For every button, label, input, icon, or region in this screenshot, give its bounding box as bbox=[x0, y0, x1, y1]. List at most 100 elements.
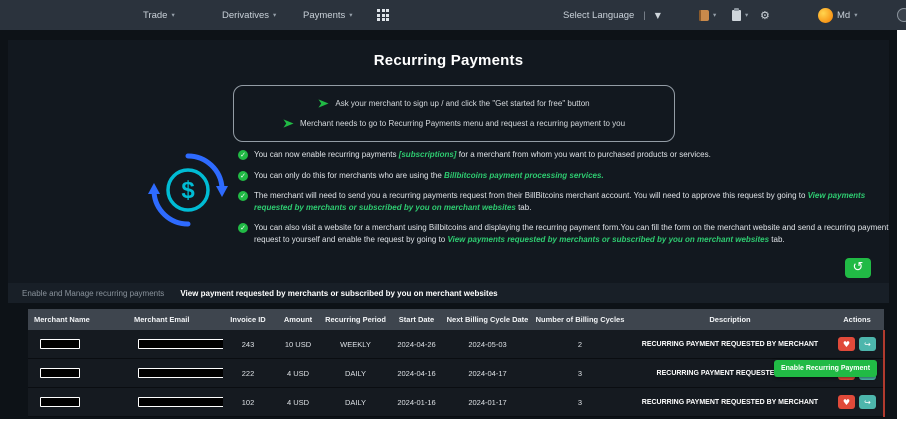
settings-button[interactable]: ⚙ bbox=[760, 0, 770, 30]
nav-menu-derivatives[interactable]: Derivatives ▾ bbox=[222, 0, 276, 30]
cell-start-date: 2024-01-16 bbox=[397, 397, 436, 407]
user-menu[interactable]: Md ▾ bbox=[818, 0, 857, 30]
check-icon: ✓ bbox=[238, 170, 248, 181]
tab-bar: Enable and Manage recurring payments Vie… bbox=[8, 283, 889, 303]
table-row: 222 4 USD DAILY 2024-04-16 2024-04-17 3 … bbox=[28, 359, 884, 388]
cell-amount: 4 USD bbox=[286, 397, 310, 407]
check-icon: ✓ bbox=[238, 191, 248, 202]
bullet-text: You can now enable recurring payments [s… bbox=[254, 150, 711, 159]
redacted-merchant-email bbox=[138, 368, 223, 378]
header-description: Description bbox=[709, 315, 751, 324]
nav-menu-payments[interactable]: Payments ▾ bbox=[303, 0, 353, 30]
bullet-item: ✓ The merchant will need to send you a r… bbox=[238, 190, 890, 213]
bullet-text: You can also visit a website for a merch… bbox=[254, 223, 889, 244]
cell-invoice-id: 243 bbox=[241, 339, 255, 349]
nav-menu-trade-label: Trade bbox=[143, 9, 168, 21]
header-merchant-email: Merchant Email bbox=[134, 315, 190, 324]
cell-description: RECURRING PAYMENT REQUESTED BY MERCHANT bbox=[641, 340, 819, 348]
recurring-payments-table: Merchant Name Merchant Email Invoice ID … bbox=[28, 309, 885, 417]
reports-menu[interactable]: ▾ bbox=[732, 0, 748, 30]
bullet-text: You can only do this for merchants who a… bbox=[254, 170, 604, 180]
cell-start-date: 2024-04-16 bbox=[397, 368, 436, 378]
recurring-dollar-icon: $ bbox=[146, 148, 230, 237]
table-header-row: Merchant Name Merchant Email Invoice ID … bbox=[28, 309, 884, 330]
circle-icon bbox=[897, 8, 906, 22]
header-actions: Actions bbox=[843, 315, 871, 324]
chevron-down-icon: ▾ bbox=[745, 11, 749, 19]
enable-recurring-button[interactable]: ↪ bbox=[859, 395, 876, 409]
cell-start-date: 2024-04-26 bbox=[397, 339, 436, 349]
book-icon bbox=[699, 9, 709, 21]
favorite-button[interactable]: ♥ bbox=[838, 395, 855, 409]
language-label: Select Language bbox=[563, 9, 635, 21]
cell-num-cycles: 3 bbox=[577, 397, 583, 407]
instruction-text: Merchant needs to go to Recurring Paymen… bbox=[299, 118, 626, 128]
chevron-down-icon: ▾ bbox=[273, 11, 277, 19]
bullet-item: ✓ You can now enable recurring payments … bbox=[238, 149, 890, 161]
cell-num-cycles: 3 bbox=[577, 368, 583, 378]
redacted-merchant-email bbox=[138, 397, 223, 407]
enable-recurring-tooltip: Enable Recurring Payment bbox=[774, 360, 877, 377]
nav-menu-derivatives-label: Derivatives bbox=[222, 9, 269, 21]
feature-bullets: ✓ You can now enable recurring payments … bbox=[238, 149, 890, 255]
enable-recurring-button[interactable]: ↪ bbox=[859, 337, 876, 351]
history-refresh-button[interactable]: ↺ bbox=[845, 258, 871, 278]
cell-next-billing: 2024-04-17 bbox=[468, 368, 507, 378]
cell-num-cycles: 2 bbox=[577, 339, 583, 349]
apps-grid-icon[interactable] bbox=[377, 0, 389, 30]
tab-enable-manage[interactable]: Enable and Manage recurring payments bbox=[22, 289, 164, 298]
language-selector[interactable]: Select Language | ▼ bbox=[563, 0, 661, 30]
cell-next-billing: 2024-01-17 bbox=[468, 397, 507, 407]
redacted-merchant-name bbox=[40, 339, 80, 349]
chevron-down-icon: ▾ bbox=[713, 11, 717, 19]
cell-recurring-period: WEEKLY bbox=[340, 339, 371, 349]
instruction-text: Ask your merchant to sign up / and click… bbox=[335, 99, 590, 109]
nav-menu-trade[interactable]: Trade ▾ bbox=[143, 0, 175, 30]
header-num-cycles: Number of Billing Cycles bbox=[535, 315, 625, 324]
header-invoice-id: Invoice ID bbox=[230, 315, 266, 324]
header-recurring-period: Recurring Period bbox=[325, 315, 386, 324]
cell-actions: ♥ ↪ bbox=[830, 337, 884, 351]
favorite-button[interactable]: ♥ bbox=[838, 337, 855, 351]
cell-amount: 4 USD bbox=[286, 368, 310, 378]
chevron-down-icon: ▾ bbox=[349, 11, 353, 19]
orders-menu[interactable]: ▾ bbox=[699, 0, 716, 30]
table-row: 243 10 USD WEEKLY 2024-04-26 2024-05-03 … bbox=[28, 330, 884, 359]
table-row: 102 4 USD DAILY 2024-01-16 2024-01-17 3 … bbox=[28, 388, 884, 417]
header-amount: Amount bbox=[283, 315, 313, 324]
cell-actions: ♥ ↪ bbox=[830, 395, 884, 409]
divider: | bbox=[643, 9, 646, 21]
cell-recurring-period: DAILY bbox=[344, 368, 367, 378]
tab-view-requested[interactable]: View payment requested by merchants or s… bbox=[180, 289, 497, 298]
check-icon: ✓ bbox=[238, 223, 248, 234]
redacted-merchant-name bbox=[40, 397, 80, 407]
dollar-glyph: $ bbox=[181, 177, 195, 204]
screen: Trade ▾ Derivatives ▾ Payments ▾ Select … bbox=[0, 0, 906, 424]
instruction-line: Ask your merchant to sign up / and click… bbox=[244, 98, 664, 109]
gear-icon: ⚙ bbox=[760, 8, 770, 22]
header-start-date: Start Date bbox=[398, 315, 435, 324]
cell-next-billing: 2024-05-03 bbox=[468, 339, 507, 349]
chevron-down-icon: ▾ bbox=[854, 11, 858, 19]
instructions-box: Ask your merchant to sign up / and click… bbox=[233, 85, 675, 142]
help-icon[interactable] bbox=[897, 0, 906, 30]
check-icon: ✓ bbox=[238, 150, 248, 160]
paper-plane-icon bbox=[318, 99, 329, 108]
main-content: Recurring Payments Ask your merchant to … bbox=[0, 30, 897, 419]
clipboard-icon bbox=[732, 7, 741, 21]
grid-dots-icon bbox=[377, 9, 389, 21]
table-right-marker bbox=[883, 330, 885, 417]
paper-plane-icon bbox=[283, 119, 294, 128]
chevron-down-icon: ▾ bbox=[171, 11, 175, 19]
instruction-line: Merchant needs to go to Recurring Paymen… bbox=[244, 118, 664, 129]
redacted-merchant-name bbox=[40, 368, 80, 378]
bullet-item: ✓ You can also visit a website for a mer… bbox=[238, 222, 890, 245]
header-next-billing: Next Billing Cycle Date bbox=[446, 315, 529, 324]
nav-menu-payments-label: Payments bbox=[303, 9, 346, 21]
cell-amount: 10 USD bbox=[284, 339, 312, 349]
bullet-text: The merchant will need to send you a rec… bbox=[254, 191, 866, 212]
username-label: Md bbox=[837, 9, 851, 21]
cell-invoice-id: 102 bbox=[241, 397, 255, 407]
top-navbar: Trade ▾ Derivatives ▾ Payments ▾ Select … bbox=[0, 0, 906, 30]
avatar bbox=[818, 7, 833, 23]
